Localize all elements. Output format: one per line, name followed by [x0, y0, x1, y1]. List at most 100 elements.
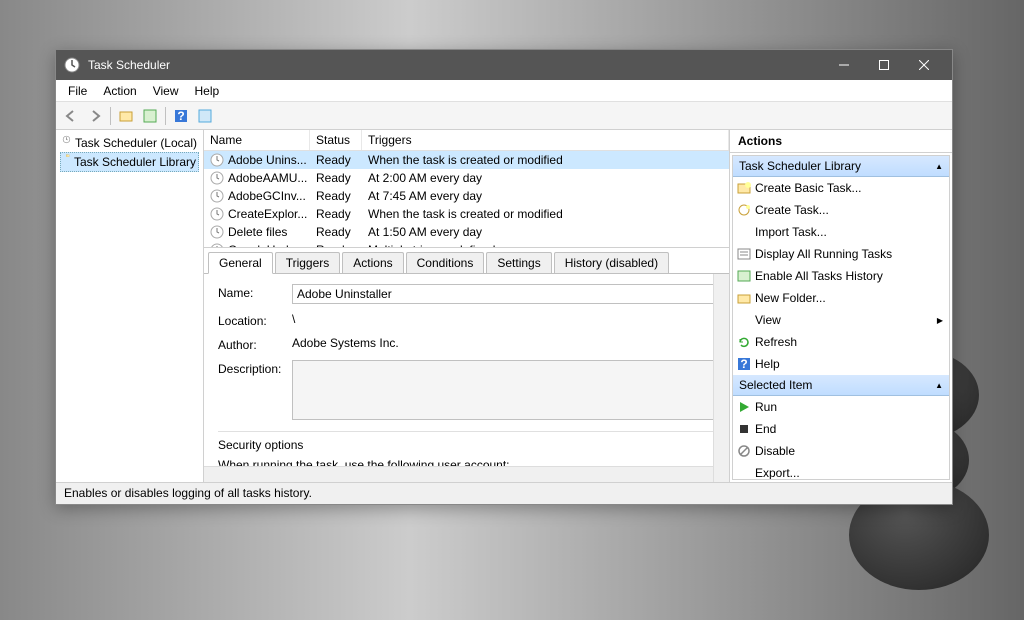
minimize-button[interactable] — [824, 51, 864, 79]
task-row[interactable]: CreateExplor...ReadyWhen the task is cre… — [204, 205, 729, 223]
action-label: View — [755, 313, 937, 327]
action-run[interactable]: Run — [733, 396, 949, 418]
action-label: Import Task... — [755, 225, 943, 239]
tab-general[interactable]: General — [208, 252, 273, 274]
task-name: Delete files — [228, 225, 287, 239]
task-name: Adobe Unins... — [228, 153, 307, 167]
task-row[interactable]: AdobeAAMU...ReadyAt 2:00 AM every day — [204, 169, 729, 187]
menu-view[interactable]: View — [145, 82, 187, 100]
action-help[interactable]: ?Help — [733, 353, 949, 375]
location-label: Location: — [218, 312, 292, 328]
menu-help[interactable]: Help — [187, 82, 228, 100]
task-triggers: At 2:00 AM every day — [362, 170, 729, 186]
tab-general-content: Name: Location: \ Author: Adobe Systems … — [204, 274, 729, 482]
task-icon — [210, 225, 224, 239]
end-icon — [737, 422, 751, 436]
task-icon — [210, 243, 224, 248]
statusbar-text: Enables or disables logging of all tasks… — [64, 486, 312, 500]
menubar: File Action View Help — [56, 80, 952, 102]
task-triggers: When the task is created or modified — [362, 152, 729, 168]
col-header-status[interactable]: Status — [310, 130, 362, 150]
action-label: Disable — [755, 444, 943, 458]
actions-panel: Actions Task Scheduler Library ▲ Create … — [730, 130, 952, 482]
task-status: Ready — [310, 152, 362, 168]
back-button[interactable] — [60, 105, 82, 127]
action-view[interactable]: View▶ — [733, 309, 949, 331]
task-row[interactable]: Adobe Unins...ReadyWhen the task is crea… — [204, 151, 729, 169]
action-label: End — [755, 422, 943, 436]
col-header-triggers[interactable]: Triggers — [362, 130, 729, 150]
name-field[interactable] — [292, 284, 715, 304]
action-display-all-running-tasks[interactable]: Display All Running Tasks — [733, 243, 949, 265]
actions-header: Actions — [730, 130, 952, 153]
app-icon — [64, 57, 80, 73]
history-icon — [737, 269, 751, 283]
toolbar-icon-2[interactable] — [139, 105, 161, 127]
tree-library[interactable]: Task Scheduler Library — [60, 152, 199, 172]
author-label: Author: — [218, 336, 292, 352]
refresh-icon — [737, 335, 751, 349]
forward-button[interactable] — [84, 105, 106, 127]
tree-panel: Task Scheduler (Local) Task Scheduler Li… — [56, 130, 204, 482]
tree-library-label: Task Scheduler Library — [74, 155, 196, 169]
detail-hscroll[interactable] — [204, 466, 713, 482]
col-header-name[interactable]: Name — [204, 130, 310, 150]
tab-triggers[interactable]: Triggers — [275, 252, 341, 273]
action-export[interactable]: Export... — [733, 462, 949, 480]
task-status: Ready — [310, 242, 362, 248]
maximize-button[interactable] — [864, 51, 904, 79]
action-create-basic-task[interactable]: Create Basic Task... — [733, 177, 949, 199]
toolbar-help-icon[interactable]: ? — [170, 105, 192, 127]
task-row[interactable]: GoogleUpda...ReadyMultiple triggers defi… — [204, 241, 729, 248]
task-triggers: When the task is created or modified — [362, 206, 729, 222]
task-name: CreateExplor... — [228, 207, 307, 221]
task-triggers: Multiple triggers defined — [362, 242, 729, 248]
tab-history-disabled-[interactable]: History (disabled) — [554, 252, 669, 273]
chevron-up-icon: ▲ — [935, 381, 943, 390]
task-list[interactable]: Name Status Triggers Adobe Unins...Ready… — [204, 130, 729, 248]
action-label: Create Basic Task... — [755, 181, 943, 195]
tree-root[interactable]: Task Scheduler (Local) — [60, 134, 199, 152]
actions-section-library[interactable]: Task Scheduler Library ▲ — [733, 156, 949, 177]
task-name: AdobeAAMU... — [228, 171, 307, 185]
statusbar: Enables or disables logging of all tasks… — [56, 482, 952, 504]
run-icon — [737, 400, 751, 414]
svg-text:?: ? — [177, 109, 184, 123]
task-icon — [210, 171, 224, 185]
tabs-area: GeneralTriggersActionsConditionsSettings… — [204, 248, 729, 482]
toolbar-icon-1[interactable] — [115, 105, 137, 127]
author-value: Adobe Systems Inc. — [292, 336, 715, 352]
tab-settings[interactable]: Settings — [486, 252, 551, 273]
action-label: Create Task... — [755, 203, 943, 217]
tree-root-label: Task Scheduler (Local) — [75, 136, 197, 150]
action-new-folder[interactable]: New Folder... — [733, 287, 949, 309]
detail-vscroll[interactable] — [713, 274, 729, 482]
action-label: Help — [755, 357, 943, 371]
task-name: AdobeGCInv... — [228, 189, 306, 203]
action-enable-all-tasks-history[interactable]: Enable All Tasks History — [733, 265, 949, 287]
tab-actions[interactable]: Actions — [342, 252, 403, 273]
action-label: Export... — [755, 466, 943, 480]
action-disable[interactable]: Disable — [733, 440, 949, 462]
action-end[interactable]: End — [733, 418, 949, 440]
task-triggers: At 1:50 AM every day — [362, 224, 729, 240]
action-label: Run — [755, 400, 943, 414]
task-row[interactable]: Delete files ReadyAt 1:50 AM every day — [204, 223, 729, 241]
titlebar[interactable]: Task Scheduler — [56, 50, 952, 80]
detail-tabs: GeneralTriggersActionsConditionsSettings… — [204, 248, 729, 274]
menu-file[interactable]: File — [60, 82, 95, 100]
action-import-task[interactable]: Import Task... — [733, 221, 949, 243]
toolbar-icon-3[interactable] — [194, 105, 216, 127]
scheduler-icon — [62, 135, 71, 151]
task-status: Ready — [310, 224, 362, 240]
close-button[interactable] — [904, 51, 944, 79]
action-create-task[interactable]: Create Task... — [733, 199, 949, 221]
task-list-header: Name Status Triggers — [204, 130, 729, 151]
actions-section-selected[interactable]: Selected Item ▲ — [733, 375, 949, 396]
tab-conditions[interactable]: Conditions — [406, 252, 485, 273]
description-label: Description: — [218, 360, 292, 423]
action-refresh[interactable]: Refresh — [733, 331, 949, 353]
task-row[interactable]: AdobeGCInv...ReadyAt 7:45 AM every day — [204, 187, 729, 205]
description-field[interactable] — [292, 360, 715, 420]
menu-action[interactable]: Action — [95, 82, 144, 100]
